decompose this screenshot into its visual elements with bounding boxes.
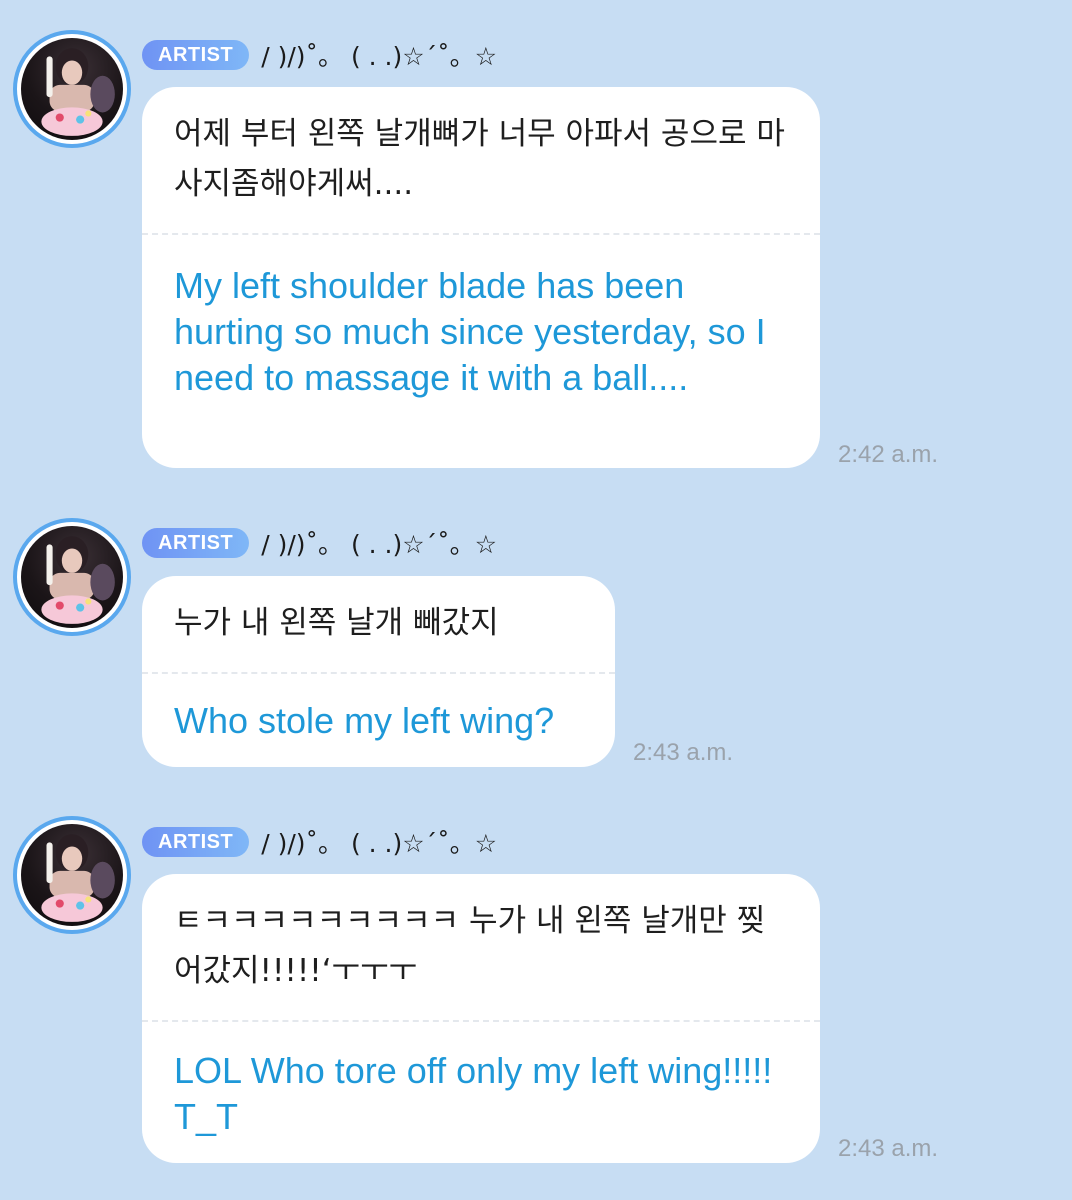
artist-badge: ARTIST — [142, 827, 250, 857]
artist-badge: ARTIST — [142, 528, 250, 558]
sender-name-row: ARTIST / )/)˚。 ( . .)☆´˚。☆ — [142, 38, 497, 72]
artist-name: / )/)˚。 ( . .)☆´˚。☆ — [261, 829, 498, 858]
message-english-translation: LOL Who tore off only my left wing!!!!! … — [174, 1050, 773, 1137]
avatar-photo — [21, 38, 123, 140]
artist-avatar[interactable] — [13, 816, 131, 934]
sender-name-row: ARTIST / )/)˚。 ( . .)☆´˚。☆ — [142, 825, 497, 859]
artist-name: / )/)˚。 ( . .)☆´˚。☆ — [261, 42, 498, 71]
artist-avatar[interactable] — [13, 518, 131, 636]
message-bubble[interactable]: 어제 부터 왼쪽 날개뼈가 너무 아파서 공으로 마사지좀해야게써.... My… — [142, 87, 820, 468]
message-timestamp: 2:42 a.m. — [838, 441, 939, 468]
artist-badge: ARTIST — [142, 40, 250, 70]
message-korean-text: 누가 내 왼쪽 날개 빼갔지 — [174, 605, 499, 641]
message-timestamp: 2:43 a.m. — [633, 739, 734, 766]
message-korean-text: ㅌㅋㅋㅋㅋㅋㅋㅋㅋㅋ 누가 내 왼쪽 날개만 찢어갔지!!!!!‘ㅜㅜㅜ — [174, 903, 766, 989]
message-bubble[interactable]: ㅌㅋㅋㅋㅋㅋㅋㅋㅋㅋ 누가 내 왼쪽 날개만 찢어갔지!!!!!‘ㅜㅜㅜ LOL… — [142, 874, 820, 1163]
message-english-translation: Who stole my left wing? — [174, 700, 555, 741]
artist-name: / )/)˚。 ( . .)☆´˚。☆ — [261, 530, 498, 559]
avatar-photo — [21, 824, 123, 926]
sender-name-row: ARTIST / )/)˚。 ( . .)☆´˚。☆ — [142, 526, 497, 560]
message-timestamp: 2:43 a.m. — [838, 1135, 939, 1162]
artist-avatar[interactable] — [13, 30, 131, 148]
message-bubble[interactable]: 누가 내 왼쪽 날개 빼갔지 Who stole my left wing? — [142, 576, 615, 767]
message-korean-text: 어제 부터 왼쪽 날개뼈가 너무 아파서 공으로 마사지좀해야게써.... — [174, 116, 785, 202]
avatar-photo — [21, 526, 123, 628]
message-english-translation: My left shoulder blade has been hurting … — [174, 265, 766, 398]
